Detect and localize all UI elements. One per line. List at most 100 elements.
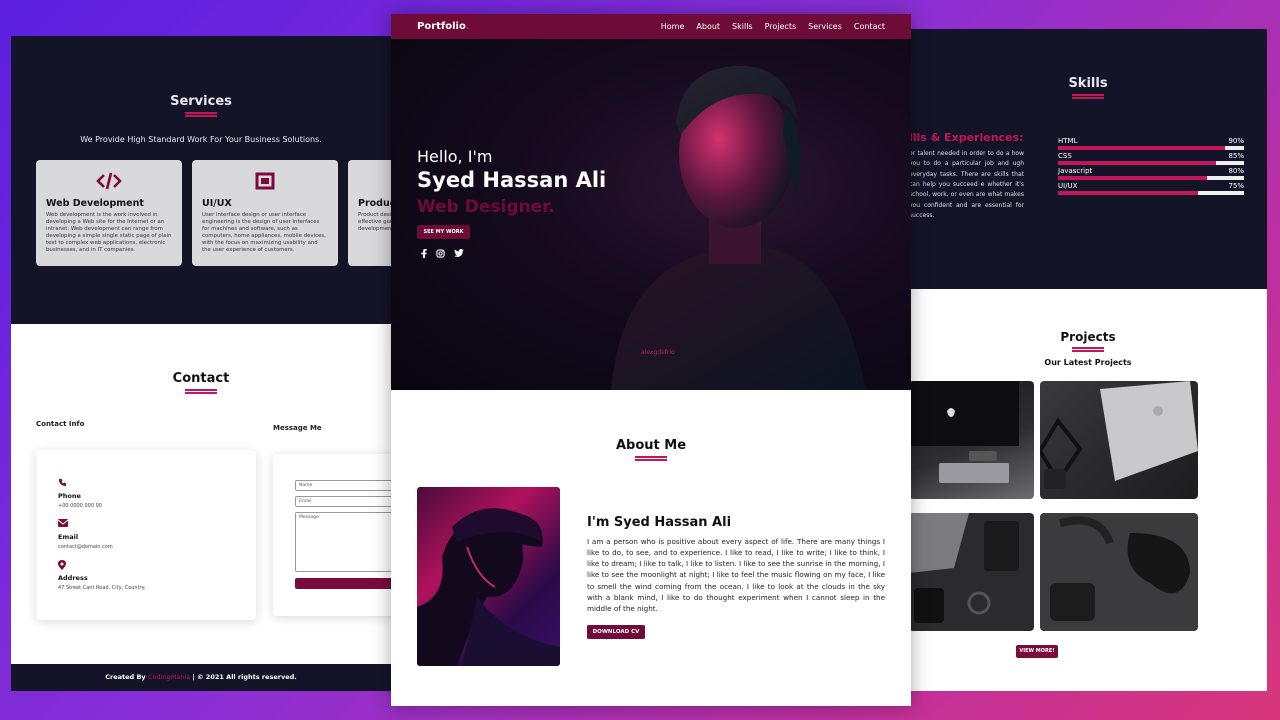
contact-title: Contact [172, 371, 230, 386]
service-card-uiux[interactable]: UI/UX User interface design or user inte… [192, 160, 338, 266]
service-card-product[interactable]: Produc Product desi product to be custom… [348, 160, 391, 266]
phone-value[interactable]: +00 0000 000 00 [58, 503, 234, 509]
map-marker-icon [58, 560, 234, 572]
phone-icon [58, 478, 234, 490]
product-icon [358, 170, 391, 192]
send-button[interactable] [295, 578, 391, 589]
navbar: Portfolio. Home About Skills Projects Se… [391, 14, 911, 39]
skill-bar-uiux: UI/UX 75% [1058, 182, 1244, 195]
email-value[interactable]: contact@domain.com [58, 544, 234, 550]
skill-percent: 90% [1228, 137, 1244, 145]
contact-info-card: Phone +00 0000 000 00 Email contact@doma… [36, 450, 256, 620]
service-title: UI/UX [202, 198, 232, 209]
skill-percent: 85% [1228, 152, 1244, 160]
nav-link-services[interactable]: Services [808, 22, 842, 31]
see-my-work-button[interactable]: SEE MY WORK [417, 225, 470, 239]
message-field[interactable]: Message [295, 512, 391, 572]
message-form: Name Email Message [273, 454, 391, 616]
crop-icon [202, 170, 328, 192]
email-field[interactable]: Email [295, 496, 391, 507]
nav-link-about[interactable]: About [696, 22, 720, 31]
contact-info-label: Contact Info [36, 420, 85, 428]
hero-section: Portfolio. Home About Skills Projects Se… [391, 14, 911, 390]
footer-rights: | © 2021 All rights reserved. [192, 673, 297, 681]
skill-name: Javascript [1058, 167, 1093, 175]
title-underline [635, 456, 667, 461]
skill-fill [1058, 146, 1226, 150]
about-title: About Me [615, 438, 687, 453]
skill-bars: HTML 90% CSS 85% Javascript 80% UI/UX 75% [1058, 137, 1244, 197]
about-text: I am a person who is positive about ever… [587, 537, 885, 613]
service-text: Web development is the work involved in … [46, 212, 172, 253]
nav-link-projects[interactable]: Projects [765, 22, 797, 31]
service-title: Produc [358, 198, 391, 209]
name-field[interactable]: Name [295, 480, 391, 491]
skill-bar-html: HTML 90% [1058, 137, 1244, 150]
about-heading: I'm Syed Hassan Ali [587, 515, 732, 530]
project-image[interactable] [1040, 381, 1198, 499]
nav-link-home[interactable]: Home [661, 22, 685, 31]
nav-link-contact[interactable]: Contact [854, 22, 885, 31]
services-contact-panel: Services We Provide High Standard Work F… [11, 36, 391, 691]
portfolio-logo[interactable]: Portfolio. [417, 21, 470, 32]
skills-title: Skills [1068, 76, 1108, 91]
title-underline [185, 112, 217, 117]
about-section: About Me I'm Syed Hassan Ali I am a pers… [391, 390, 911, 706]
title-underline [1072, 94, 1104, 99]
code-icon [46, 170, 172, 192]
service-text: Product desi product to be customers. A … [358, 212, 391, 232]
skill-percent: 80% [1228, 167, 1244, 175]
download-cv-button[interactable]: DOWNLOAD CV [587, 625, 645, 639]
service-card-web[interactable]: Web Development Web development is the w… [36, 160, 182, 266]
view-more-button[interactable]: VIEW MORE! [1016, 645, 1058, 658]
skill-bar-javascript: Javascript 80% [1058, 167, 1244, 180]
footer: Created By CodingMania | © 2021 All righ… [11, 664, 391, 691]
skills-section: Skills ills & Experiences: or talent nee… [909, 29, 1267, 289]
address-value: 47 Street Cant Road, City, Country. [58, 585, 146, 591]
logo-text: Portfolio [417, 21, 466, 32]
title-underline [185, 389, 217, 394]
about-photo [417, 487, 560, 666]
photo-watermark: alexgdefrio [641, 349, 675, 356]
services-subtitle: We Provide High Standard Work For Your B… [80, 135, 322, 144]
skill-name: CSS [1058, 152, 1072, 160]
project-image[interactable] [1040, 513, 1198, 631]
services-title: Services [170, 94, 232, 109]
skill-fill [1058, 161, 1217, 165]
service-text: User interface design or user interface … [202, 212, 326, 253]
projects-title: Projects [1060, 330, 1116, 344]
projects-section: Projects Our Latest Projects VIEW MORE! [909, 289, 1267, 691]
hero-greeting: Hello, I'm [417, 147, 493, 166]
hero-about-panel: Portfolio. Home About Skills Projects Se… [391, 14, 911, 706]
services-section: Services We Provide High Standard Work F… [11, 36, 391, 324]
skills-text: or talent needed in order to do a how yo… [909, 150, 1024, 219]
skills-projects-panel: Skills ills & Experiences: or talent nee… [909, 29, 1267, 691]
social-links [421, 249, 464, 260]
skill-percent: 75% [1228, 182, 1244, 190]
footer-brand-link[interactable]: CodingMania [148, 673, 190, 681]
envelope-icon [57, 519, 234, 531]
twitter-icon[interactable] [454, 249, 464, 260]
message-me-label: Message Me [273, 424, 322, 432]
nav-link-skills[interactable]: Skills [732, 22, 753, 31]
skill-fill [1058, 176, 1207, 180]
project-image[interactable] [909, 513, 1034, 631]
email-label: Email [58, 533, 79, 541]
hero-name: Syed Hassan Ali [417, 168, 607, 192]
footer-created-by: Created By [105, 673, 146, 681]
skill-fill [1058, 191, 1198, 195]
title-underline [1072, 347, 1104, 352]
skill-name: UI/UX [1058, 182, 1078, 190]
skill-name: HTML [1058, 137, 1078, 145]
project-image[interactable] [909, 381, 1034, 499]
instagram-icon[interactable] [436, 249, 445, 260]
logo-dot: . [465, 21, 470, 32]
phone-label: Phone [58, 492, 81, 500]
facebook-icon[interactable] [421, 249, 427, 260]
projects-subtitle: Our Latest Projects [1044, 358, 1132, 367]
service-title: Web Development [46, 198, 144, 209]
skill-bar-css: CSS 85% [1058, 152, 1244, 165]
hero-role: Web Designer. [417, 197, 555, 217]
contact-section: Contact Contact Info Message Me Phone +0… [11, 324, 391, 664]
skills-heading: ills & Experiences: [909, 131, 1024, 144]
